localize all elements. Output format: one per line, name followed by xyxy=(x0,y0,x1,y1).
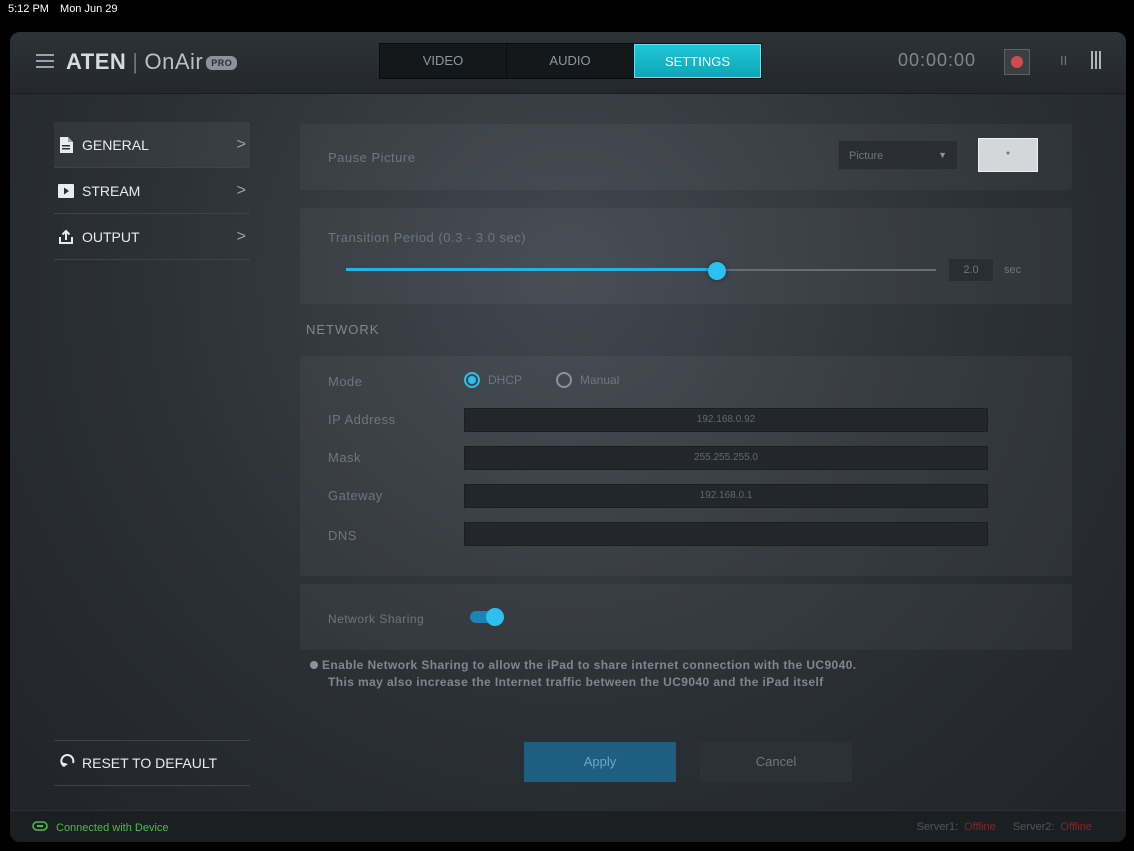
sidebar-item-output[interactable]: OUTPUT > xyxy=(54,214,250,260)
app-window: ATEN | OnAir PRO VIDEO AUDIO SETTINGS 00:00… xyxy=(10,32,1126,842)
record-button[interactable] xyxy=(1004,49,1030,75)
play-icon xyxy=(58,183,74,199)
sidebar-item-general[interactable]: GENERAL > xyxy=(54,122,250,168)
audio-meter-icon[interactable] xyxy=(1091,51,1105,69)
dhcp-radio[interactable]: DHCP xyxy=(464,372,522,388)
network-sharing-toggle[interactable] xyxy=(470,608,504,626)
record-icon xyxy=(1011,56,1023,68)
note-line-1: Enable Network Sharing to allow the iPad… xyxy=(322,658,857,672)
reset-icon xyxy=(60,753,76,774)
note-line-2: This may also increase the Internet traf… xyxy=(328,675,824,689)
server2-status: Offline xyxy=(1060,821,1092,833)
upload-icon xyxy=(58,229,74,245)
pause-picture-select[interactable]: Picture ▼ xyxy=(838,140,958,170)
network-sharing-label: Network Sharing xyxy=(328,612,425,626)
info-bullet-icon xyxy=(310,661,318,669)
cancel-button[interactable]: Cancel xyxy=(700,742,852,782)
top-bar: ATEN | OnAir PRO VIDEO AUDIO SETTINGS 00:00… xyxy=(10,32,1126,94)
manual-radio[interactable]: Manual xyxy=(556,372,619,388)
tab-video[interactable]: VIDEO xyxy=(380,44,507,78)
chevron-right-icon: > xyxy=(236,181,246,199)
slider-thumb[interactable] xyxy=(708,262,727,280)
link-icon xyxy=(32,821,48,834)
chevron-down-icon: ▼ xyxy=(938,150,947,160)
network-section-title: NETWORK xyxy=(306,322,380,337)
picture-preview-button[interactable] xyxy=(978,138,1038,172)
chevron-right-icon: > xyxy=(236,135,246,153)
pause-button[interactable]: II xyxy=(1060,53,1067,68)
select-value: Picture xyxy=(849,150,884,162)
transition-label: Transition Period (0.3 - 3.0 sec) xyxy=(328,230,527,245)
picture-icon xyxy=(1006,151,1010,155)
transition-slider[interactable] xyxy=(346,262,936,280)
manual-label: Manual xyxy=(580,373,620,387)
product-name: OnAir xyxy=(144,49,204,74)
apply-button[interactable]: Apply xyxy=(524,742,676,782)
server2-label: Server2: xyxy=(1012,821,1055,833)
transition-panel: Transition Period (0.3 - 3.0 sec) 2.0 se… xyxy=(300,208,1072,304)
server1-label: Server1: xyxy=(916,821,959,833)
server1-status: Offline xyxy=(964,821,996,833)
reset-label: RESET TO DEFAULT xyxy=(82,755,218,771)
mask-label: Mask xyxy=(328,450,362,465)
menu-icon[interactable] xyxy=(36,54,54,68)
sidebar-item-label: OUTPUT xyxy=(82,228,140,245)
pause-picture-panel: Pause Picture Picture ▼ xyxy=(300,124,1072,190)
network-panel: Mode DHCP Manual IP Address 192.168.0.92… xyxy=(300,356,1072,576)
dns-field[interactable] xyxy=(464,522,988,546)
pause-picture-label: Pause Picture xyxy=(328,150,416,165)
app-logo: ATEN | OnAir PRO xyxy=(66,49,238,75)
sidebar-item-label: STREAM xyxy=(82,182,141,199)
gateway-label: Gateway xyxy=(328,488,383,503)
dns-label: DNS xyxy=(328,528,357,543)
mask-field[interactable]: 255.255.255.0 xyxy=(464,446,988,470)
sidebar-item-stream[interactable]: STREAM > xyxy=(54,168,250,214)
transition-unit: sec xyxy=(1004,264,1022,276)
sidebar-item-label: GENERAL xyxy=(82,136,149,153)
system-status-bar: 5:12 PM Mon Jun 29 xyxy=(0,0,1134,18)
mode-label: Mode xyxy=(328,374,363,389)
network-sharing-panel: Network Sharing xyxy=(300,584,1072,650)
document-icon xyxy=(58,136,74,153)
server-status: Server1: Offline Server2: Offline xyxy=(917,821,1106,833)
pro-badge: PRO xyxy=(206,56,238,71)
record-timer: 00:00:00 xyxy=(898,50,977,70)
connection-text: Connected with Device xyxy=(56,821,169,834)
gateway-field[interactable]: 192.168.0.1 xyxy=(464,484,988,508)
brand-name: ATEN xyxy=(66,49,127,74)
chevron-right-icon: > xyxy=(236,227,246,245)
ip-address-label: IP Address xyxy=(328,412,396,427)
transition-value-input[interactable]: 2.0 xyxy=(948,258,994,282)
settings-sidebar: GENERAL > STREAM > OUTPUT > xyxy=(54,122,250,260)
bottom-status-bar: Connected with Device Server1: Offline Se… xyxy=(10,810,1126,842)
main-tabs: VIDEO AUDIO SETTINGS xyxy=(379,43,762,79)
network-sharing-note: Enable Network Sharing to allow the iPad… xyxy=(310,657,1080,691)
dhcp-label: DHCP xyxy=(488,373,523,387)
ip-address-field[interactable]: 192.168.0.92 xyxy=(464,408,988,432)
reset-to-default-button[interactable]: RESET TO DEFAULT xyxy=(54,740,250,786)
system-date: Mon Jun 29 xyxy=(60,3,118,15)
tab-settings[interactable]: SETTINGS xyxy=(634,44,761,78)
connection-status: Connected with Device xyxy=(32,821,169,834)
system-time: 5:12 PM xyxy=(8,3,49,15)
tab-audio[interactable]: AUDIO xyxy=(507,44,634,78)
